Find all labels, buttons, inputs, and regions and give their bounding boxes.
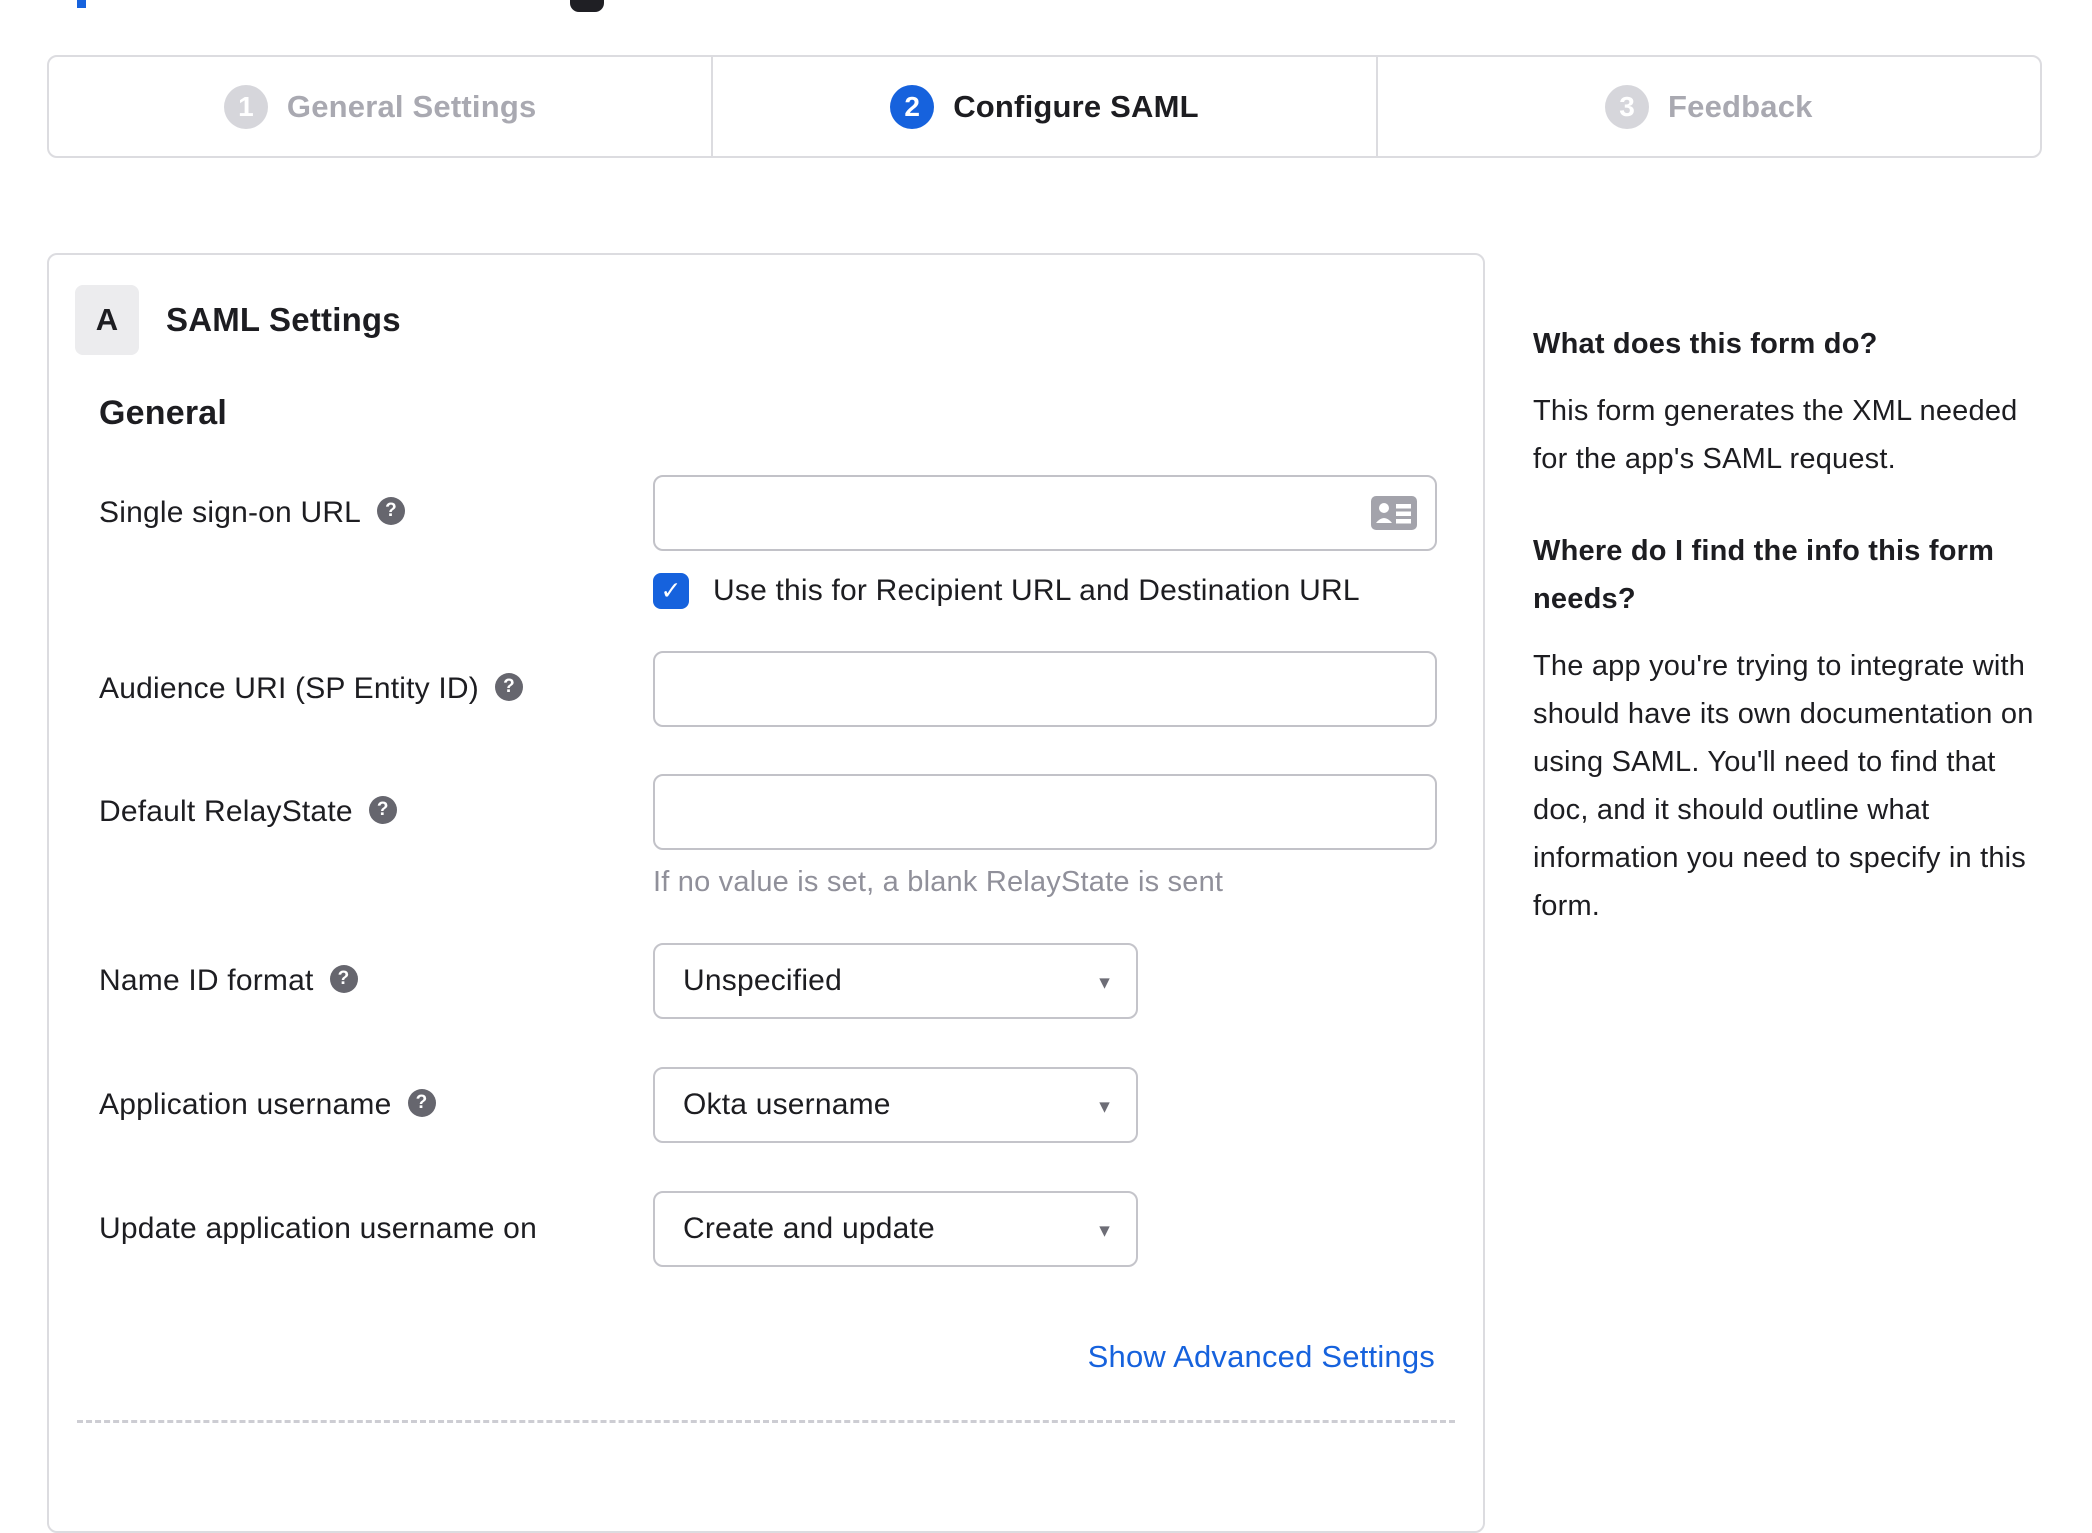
step-feedback[interactable]: 3 Feedback — [1375, 57, 2040, 156]
dropdown-caret-icon: ▾ — [1099, 1095, 1110, 1118]
step-3-label: Feedback — [1668, 88, 1813, 124]
default-relaystate-label: Default RelayState — [99, 795, 353, 828]
update-app-username-row: Update application username on Create an… — [99, 1191, 1435, 1267]
update-app-username-label: Update application username on — [99, 1212, 537, 1245]
sidebar-heading-what: What does this form do? — [1533, 328, 1878, 360]
step-1-number-badge: 1 — [223, 84, 268, 129]
cutoff-dark-fragment — [570, 0, 604, 12]
name-id-format-row: Name ID format ? Unspecified ▾ — [99, 943, 1435, 1019]
panel-header: A SAML Settings — [75, 285, 1483, 355]
sso-url-input[interactable] — [653, 475, 1437, 551]
show-advanced-settings-link[interactable]: Show Advanced Settings — [1088, 1339, 1435, 1375]
sidebar-paragraph-where: The app you're trying to integrate with … — [1533, 650, 2034, 922]
application-username-help-icon[interactable]: ? — [407, 1089, 436, 1117]
sidebar-paragraph-what: This form generates the XML needed for t… — [1533, 395, 2018, 475]
sso-url-row: Single sign-on URL ? ✓ Use this for Reci… — [99, 475, 1437, 609]
cutoff-blue-fragment — [77, 0, 86, 8]
name-id-format-help-icon[interactable]: ? — [329, 965, 358, 993]
audience-uri-label: Audience URI (SP Entity ID) — [99, 672, 479, 705]
step-2-label: Configure SAML — [953, 88, 1199, 124]
audience-uri-help-icon[interactable]: ? — [495, 673, 523, 701]
dashed-section-divider — [77, 1420, 1455, 1423]
application-username-value: Okta username — [683, 1088, 891, 1121]
step-1-label: General Settings — [286, 88, 537, 124]
panel-title: SAML Settings — [166, 301, 401, 338]
default-relaystate-help-icon[interactable]: ? — [368, 796, 397, 824]
sidebar-heading-where: Where do I find the info this form needs… — [1533, 535, 1995, 615]
recipient-url-checkbox-label: Use this for Recipient URL and Destinati… — [713, 574, 1360, 607]
dropdown-caret-icon: ▾ — [1099, 1219, 1110, 1242]
general-section-title: General — [99, 394, 228, 432]
saml-settings-panel: A SAML Settings General Single sign-on U… — [47, 253, 1485, 1533]
recipient-url-checkbox[interactable]: ✓ — [653, 573, 689, 609]
step-general-settings[interactable]: 1 General Settings — [49, 57, 711, 156]
wizard-stepper: 1 General Settings 2 Configure SAML 3 Fe… — [47, 55, 2042, 158]
section-a-badge: A — [75, 285, 139, 355]
name-id-format-select[interactable]: Unspecified ▾ — [653, 943, 1138, 1019]
step-2-number-badge: 2 — [890, 84, 935, 129]
contact-card-icon[interactable] — [1371, 496, 1417, 530]
sso-url-help-icon[interactable]: ? — [377, 497, 406, 525]
application-username-row: Application username ? Okta username ▾ — [99, 1067, 1435, 1143]
default-relaystate-input[interactable] — [653, 774, 1437, 850]
update-app-username-value: Create and update — [683, 1212, 935, 1245]
default-relaystate-row: Default RelayState ? If no value is set,… — [99, 774, 1437, 899]
help-sidebar: What does this form do? This form genera… — [1533, 320, 2078, 974]
name-id-format-label: Name ID format — [99, 964, 314, 997]
update-app-username-select[interactable]: Create and update ▾ — [653, 1191, 1138, 1267]
name-id-format-value: Unspecified — [683, 964, 842, 997]
sso-url-label: Single sign-on URL — [99, 496, 362, 529]
application-username-label: Application username — [99, 1088, 392, 1121]
step-3-number-badge: 3 — [1605, 84, 1649, 129]
audience-uri-row: Audience URI (SP Entity ID) ? — [99, 651, 1437, 727]
audience-uri-input[interactable] — [653, 651, 1437, 727]
application-username-select[interactable]: Okta username ▾ — [653, 1067, 1138, 1143]
step-configure-saml[interactable]: 2 Configure SAML — [711, 57, 1375, 156]
relaystate-hint: If no value is set, a blank RelayState i… — [653, 866, 1224, 898]
dropdown-caret-icon: ▾ — [1099, 971, 1110, 994]
